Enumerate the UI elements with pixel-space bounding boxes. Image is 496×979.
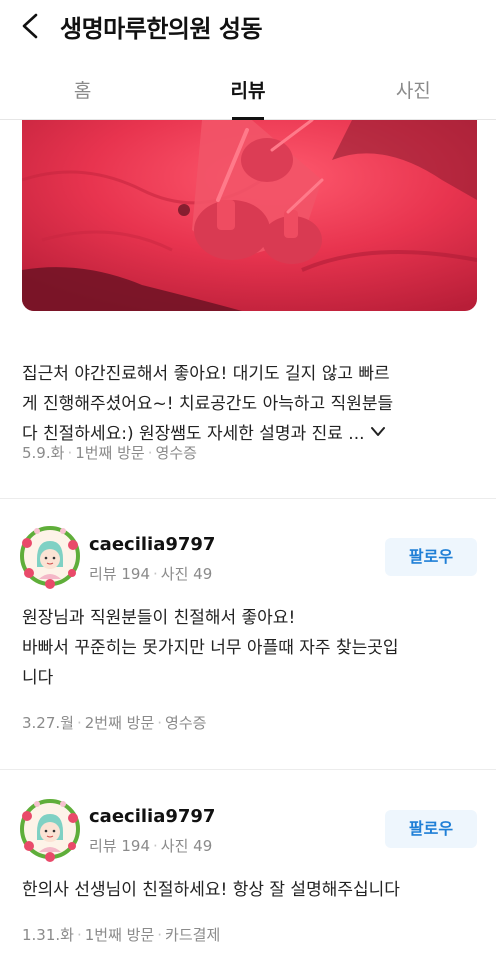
follow-button[interactable]: 팔로우: [385, 538, 477, 576]
tab-reviews[interactable]: 리뷰: [165, 60, 330, 119]
username[interactable]: caecilia9797: [89, 534, 215, 555]
visit-date: 3.27.월: [22, 714, 74, 732]
visit-date: 5.9.화: [22, 444, 65, 462]
review-text: 한의사 선생님이 친절하세요! 항상 잘 설명해주십니다: [22, 880, 400, 900]
tab-photos[interactable]: 사진: [331, 60, 496, 119]
review-photo[interactable]: [22, 120, 477, 311]
verification-type: 영수증: [165, 714, 207, 732]
divider: [0, 498, 496, 499]
review-text: 원장님과 직원분들이 친절해서 좋아요! 바빠서 꾸준히는 못가지만 너무 아플…: [22, 608, 399, 688]
back-arrow-icon[interactable]: [18, 10, 46, 42]
review-meta: 3.27.월 · 2번째 방문 · 영수증: [22, 714, 207, 732]
follow-button[interactable]: 팔로우: [385, 810, 477, 848]
tab-home[interactable]: 홈: [0, 60, 165, 119]
user-stats: 리뷰 194 · 사진 49: [89, 565, 213, 583]
divider: [0, 769, 496, 770]
username[interactable]: caecilia9797: [89, 806, 215, 827]
visit-count: 1번째 방문: [75, 444, 145, 462]
visit-date: 1.31.화: [22, 926, 74, 944]
review-meta: 5.9.화 · 1번째 방문 · 영수증: [22, 444, 197, 462]
user-stats: 리뷰 194 · 사진 49: [89, 837, 213, 855]
review-meta: 1.31.화 · 1번째 방문 · 카드결제: [22, 926, 221, 944]
top-bar: 생명마루한의원 성동: [0, 0, 496, 52]
review-text: 집근처 야간진료해서 좋아요! 대기도 길지 않고 빠르 게 진행해주셨어요~!…: [22, 329, 477, 449]
visit-count: 2번째 방문: [84, 714, 155, 732]
page-title: 생명마루한의원 성동: [60, 15, 263, 43]
verification-type: 영수증: [155, 444, 197, 462]
avatar[interactable]: [17, 523, 83, 589]
avatar[interactable]: [17, 796, 83, 862]
tab-bar: 홈 리뷰 사진: [0, 60, 496, 120]
visit-count: 1번째 방문: [84, 926, 155, 944]
chevron-down-icon[interactable]: [369, 419, 387, 449]
verification-type: 카드결제: [165, 926, 221, 944]
